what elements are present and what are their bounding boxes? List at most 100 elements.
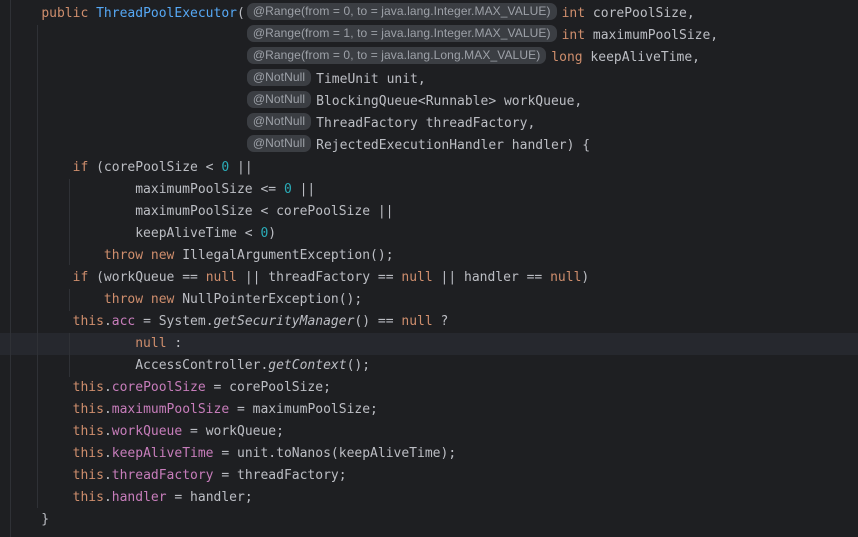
code-token-field: handler — [111, 490, 167, 505]
code-token-plain: ) — [581, 270, 590, 285]
code-token-plain: (corePoolSize < — [88, 160, 222, 175]
code-line: @NotNull ThreadFactory threadFactory, — [10, 113, 858, 135]
code-token-plain: RejectedExecutionHandler handler) { — [316, 138, 591, 153]
code-line: } — [10, 509, 858, 531]
code-token-plain: = workQueue; — [182, 424, 284, 439]
code-token-kw: if — [72, 160, 89, 175]
code-token-kw: this — [72, 446, 104, 461]
code-token-field: threadFactory — [111, 468, 214, 483]
code-token-static: getSecurityManager — [213, 314, 355, 329]
code-token-kw: throw — [103, 292, 144, 307]
code-token-plain: keepAliveTime, — [582, 50, 701, 65]
code-token-plain: maximumPoolSize <= — [10, 182, 284, 197]
code-token-plain: || handler == — [432, 270, 551, 285]
code-token-plain: = maximumPoolSize; — [229, 402, 378, 417]
code-token-kw: int — [561, 28, 586, 43]
code-line: maximumPoolSize < corePoolSize || — [10, 201, 858, 223]
code-token-kw: new — [150, 248, 175, 263]
code-token-kw: this — [72, 402, 104, 417]
code-line: @NotNull RejectedExecutionHandler handler… — [10, 135, 858, 157]
code-token-kw: int — [561, 6, 586, 21]
code-token-plain: ThreadFactory threadFactory, — [316, 116, 536, 131]
code-token-field: workQueue — [111, 424, 183, 439]
code-token-plain: = corePoolSize; — [205, 380, 331, 395]
code-token-decl: ThreadPoolExecutor — [96, 6, 237, 21]
code-token-plain: . — [103, 490, 112, 505]
code-token-plain: AccessController. — [10, 358, 269, 373]
code-token-num: 0 — [221, 160, 230, 175]
code-token-plain: BlockingQueue<Runnable> workQueue, — [316, 94, 583, 109]
code-token-kw: throw — [103, 248, 144, 263]
code-token-kw: null — [550, 270, 582, 285]
code-token-plain: = System. — [135, 314, 214, 329]
code-token-kw: this — [72, 490, 104, 505]
code-line: throw new NullPointerException(); — [10, 289, 858, 311]
code-line: this.handler = handler; — [10, 487, 858, 509]
code-token-plain: . — [103, 468, 112, 483]
code-token-plain: } — [10, 512, 50, 527]
code-token-plain: || — [229, 160, 253, 175]
code-token-plain: (); — [346, 358, 371, 373]
code-token-plain: ? — [432, 314, 449, 329]
code-token-plain: : — [166, 336, 183, 351]
code-token-plain: = threadFactory; — [213, 468, 347, 483]
code-line: throw new IllegalArgumentException(); — [10, 245, 858, 267]
code-token-plain: = unit.toNanos(keepAliveTime); — [213, 446, 457, 461]
inlay-hint-annotation: @NotNull — [246, 91, 312, 108]
inlay-hint-annotation: @Range(from = 0, to = java.lang.Long.MAX… — [246, 47, 547, 64]
code-token-plain: . — [103, 402, 112, 417]
code-token-kw: null — [401, 314, 433, 329]
code-token-plain: maximumPoolSize < corePoolSize || — [10, 204, 394, 219]
code-editor[interactable]: public ThreadPoolExecutor(@Range(from = … — [0, 0, 858, 537]
code-line: AccessController.getContext(); — [10, 355, 858, 377]
code-token-plain: keepAliveTime < — [10, 226, 261, 241]
inlay-hint-annotation: @NotNull — [246, 113, 312, 130]
inlay-hint-annotation: @Range(from = 1, to = java.lang.Integer.… — [246, 25, 557, 42]
inlay-hint-annotation: @NotNull — [246, 69, 312, 86]
code-token-kw: null — [401, 270, 433, 285]
code-token-field: maximumPoolSize — [111, 402, 230, 417]
code-token-kw: long — [551, 50, 583, 65]
code-token-plain: maximumPoolSize, — [585, 28, 719, 43]
code-line: @Range(from = 1, to = java.lang.Integer.… — [10, 25, 858, 47]
code-token-plain: || — [291, 182, 316, 197]
code-token-plain: () == — [354, 314, 402, 329]
inlay-hint-annotation: @Range(from = 0, to = java.lang.Integer.… — [246, 3, 557, 20]
code-token-kw: if — [72, 270, 89, 285]
code-line: public ThreadPoolExecutor(@Range(from = … — [10, 3, 858, 25]
code-token-kw: null — [135, 336, 167, 351]
code-token-plain: = handler; — [166, 490, 253, 505]
code-line: this.acc = System.getSecurityManager() =… — [10, 311, 858, 333]
code-token-plain: (workQueue == — [88, 270, 206, 285]
code-lines: public ThreadPoolExecutor(@Range(from = … — [10, 3, 858, 531]
code-line: if (workQueue == null || threadFactory =… — [10, 267, 858, 289]
code-line: this.workQueue = workQueue; — [10, 421, 858, 443]
code-token-plain: . — [103, 424, 112, 439]
code-token-field: keepAliveTime — [111, 446, 214, 461]
code-line: @Range(from = 0, to = java.lang.Long.MAX… — [10, 47, 858, 69]
code-token-plain: TimeUnit unit, — [316, 72, 426, 87]
code-token-plain: ( — [237, 6, 245, 21]
code-line: keepAliveTime < 0) — [10, 223, 858, 245]
code-token-plain: corePoolSize, — [585, 6, 695, 21]
code-token-kw: null — [205, 270, 237, 285]
code-token-static: getContext — [268, 358, 347, 373]
inlay-hint-annotation: @NotNull — [246, 135, 312, 152]
code-token-plain: NullPointerException(); — [174, 292, 363, 307]
